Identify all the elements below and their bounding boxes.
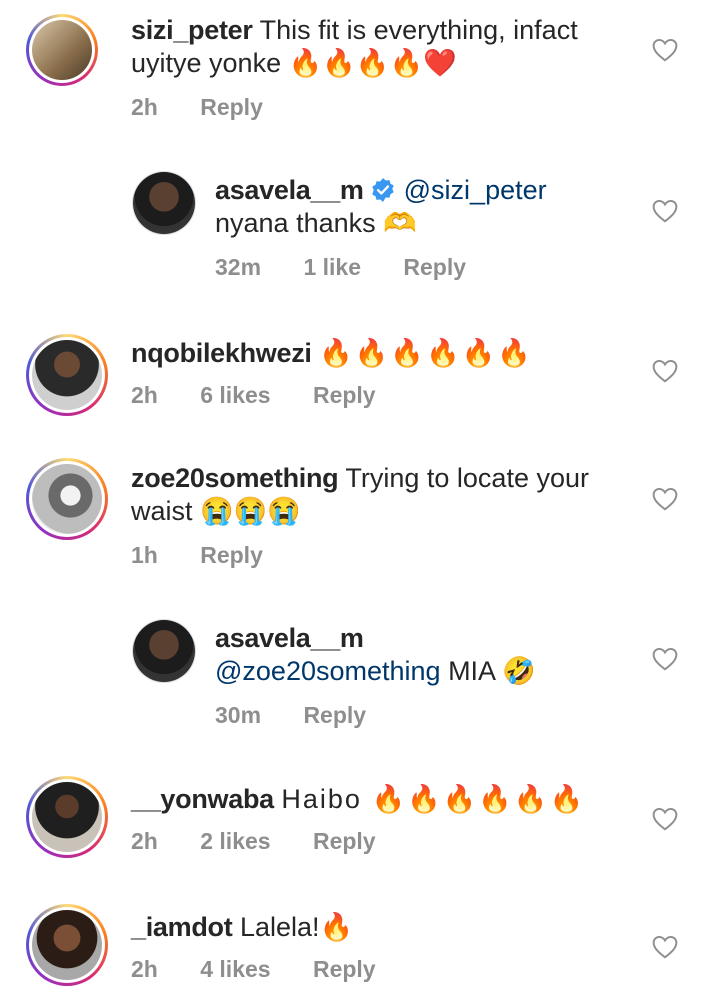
comment-meta: 2h 2 likes Reply [131,828,412,855]
comment-time: 2h [131,382,158,408]
comment-username[interactable]: nqobilekhwezi [131,338,312,368]
comment-time: 2h [131,828,158,854]
heart-outline-icon[interactable] [652,487,678,511]
comment-username[interactable]: sizi_peter [131,15,253,45]
comment-meta: 1h Reply [131,542,299,569]
likes-count[interactable]: 1 like [303,254,361,280]
comment-item: _iamdot Lalela!🔥 2h 4 likes Reply [0,896,720,1008]
avatar[interactable] [26,458,108,540]
mention-link[interactable]: @zoe20something [215,656,441,686]
comment-meta: 2h Reply [131,94,299,121]
comment-meta: 30m Reply [215,702,402,729]
comment-item: __yonwaba Haibo 🔥🔥🔥🔥🔥🔥 2h 2 likes Reply [0,768,720,888]
comment-text-block: __yonwaba Haibo 🔥🔥🔥🔥🔥🔥 [131,783,631,816]
comment-text-block: nqobilekhwezi 🔥🔥🔥🔥🔥🔥 [131,337,631,370]
comment-username[interactable]: asavela__m [215,175,364,205]
comment-meta: 2h 6 likes Reply [131,382,412,409]
heart-outline-icon[interactable] [652,38,678,62]
comment-item: sizi_peter This fit is everything, infac… [0,0,720,150]
comment-reply-item: asavela__m @zoe20something MIA 🤣 30m Rep… [0,608,720,748]
reply-button[interactable]: Reply [403,254,466,280]
avatar[interactable] [26,334,108,416]
comment-time: 2h [131,956,158,982]
reply-button[interactable]: Reply [200,94,263,120]
reply-button[interactable]: Reply [313,382,376,408]
avatar[interactable] [132,619,196,683]
heart-outline-icon[interactable] [652,935,678,959]
verified-badge-icon [370,177,396,203]
comment-body: Haibo 🔥🔥🔥🔥🔥🔥 [281,784,586,814]
comment-text-block: sizi_peter This fit is everything, infac… [131,14,631,80]
heart-outline-icon[interactable] [652,359,678,383]
heart-outline-icon[interactable] [652,647,678,671]
likes-count[interactable]: 4 likes [200,956,270,982]
comment-meta: 2h 4 likes Reply [131,956,412,983]
heart-outline-icon[interactable] [652,199,678,223]
comment-reply-item: asavela__m @sizi_peter nyana thanks 🫶 32m… [0,160,720,300]
reply-button[interactable]: Reply [303,702,366,728]
comment-body: Lalela!🔥 [239,912,354,942]
comment-text-block: asavela__m @sizi_peter nyana thanks 🫶 [215,174,615,240]
comment-text-block: asavela__m @zoe20something MIA 🤣 [215,622,615,688]
comment-username[interactable]: __yonwaba [131,784,274,814]
comment-username[interactable]: asavela__m [215,623,364,653]
avatar[interactable] [132,171,196,235]
comment-item: zoe20something Trying to locate your wai… [0,448,720,598]
reply-button[interactable]: Reply [313,828,376,854]
likes-count[interactable]: 6 likes [200,382,270,408]
comment-item: nqobilekhwezi 🔥🔥🔥🔥🔥🔥 2h 6 likes Reply [0,320,720,440]
comment-meta: 32m 1 like Reply [215,254,502,281]
avatar[interactable] [26,14,98,86]
comment-body: MIA 🤣 [448,656,536,686]
mention-link[interactable]: @sizi_peter [404,175,547,205]
avatar[interactable] [26,904,108,986]
comment-username[interactable]: _iamdot [131,912,233,942]
comment-time: 30m [215,702,262,728]
comment-body: nyana thanks 🫶 [215,208,417,238]
comment-time: 32m [215,254,262,280]
comment-username[interactable]: zoe20something [131,463,339,493]
avatar[interactable] [26,776,108,858]
reply-button[interactable]: Reply [313,956,376,982]
likes-count[interactable]: 2 likes [200,828,270,854]
heart-outline-icon[interactable] [652,807,678,831]
comment-time: 1h [131,542,158,568]
comment-text-block: zoe20something Trying to locate your wai… [131,462,631,528]
comment-text-block: _iamdot Lalela!🔥 [131,911,631,944]
comment-body: 🔥🔥🔥🔥🔥🔥 [319,338,533,368]
comment-time: 2h [131,94,158,120]
reply-button[interactable]: Reply [200,542,263,568]
